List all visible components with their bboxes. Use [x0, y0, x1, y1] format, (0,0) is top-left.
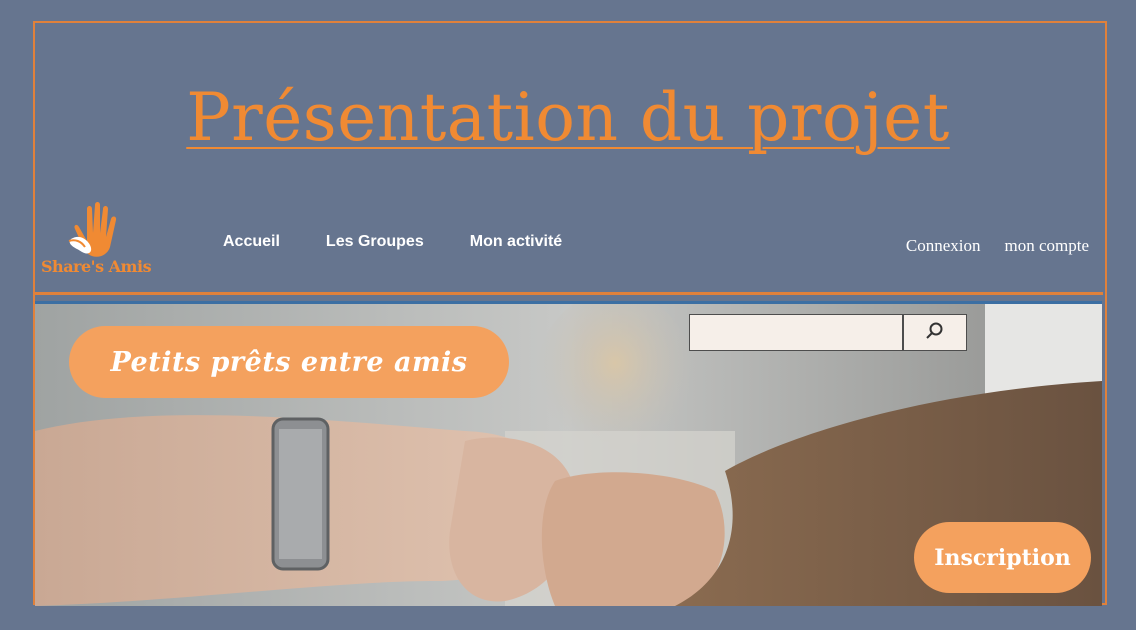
hero-banner: Petits prêts entre amis Inscription — [35, 301, 1102, 606]
nav-accueil[interactable]: Accueil — [223, 233, 280, 251]
hero-top-line — [35, 301, 1102, 304]
nav-mon-activite[interactable]: Mon activité — [470, 233, 562, 251]
search-button[interactable] — [903, 314, 967, 351]
site-logo[interactable]: Share's Amis — [41, 195, 161, 285]
header-divider — [33, 292, 1103, 295]
search-icon — [926, 322, 943, 339]
search-input[interactable] — [689, 314, 903, 351]
nav-les-groupes[interactable]: Les Groupes — [326, 233, 424, 251]
hand-logo-icon — [68, 202, 117, 257]
main-nav: Accueil Les Groupes Mon activité — [223, 233, 562, 251]
connexion-link[interactable]: Connexion — [906, 236, 981, 256]
inscription-button[interactable]: Inscription — [914, 522, 1091, 593]
account-links: Connexion mon compte — [906, 236, 1089, 256]
page-title: Présentation du projet — [186, 79, 950, 156]
logo-text: Share's Amis — [41, 257, 152, 276]
mon-compte-link[interactable]: mon compte — [1004, 236, 1089, 256]
tagline-text: Petits prêts entre amis — [110, 346, 468, 378]
tagline-badge: Petits prêts entre amis — [69, 326, 509, 398]
site-header: Share's Amis Accueil Les Groupes Mon act… — [33, 185, 1107, 293]
